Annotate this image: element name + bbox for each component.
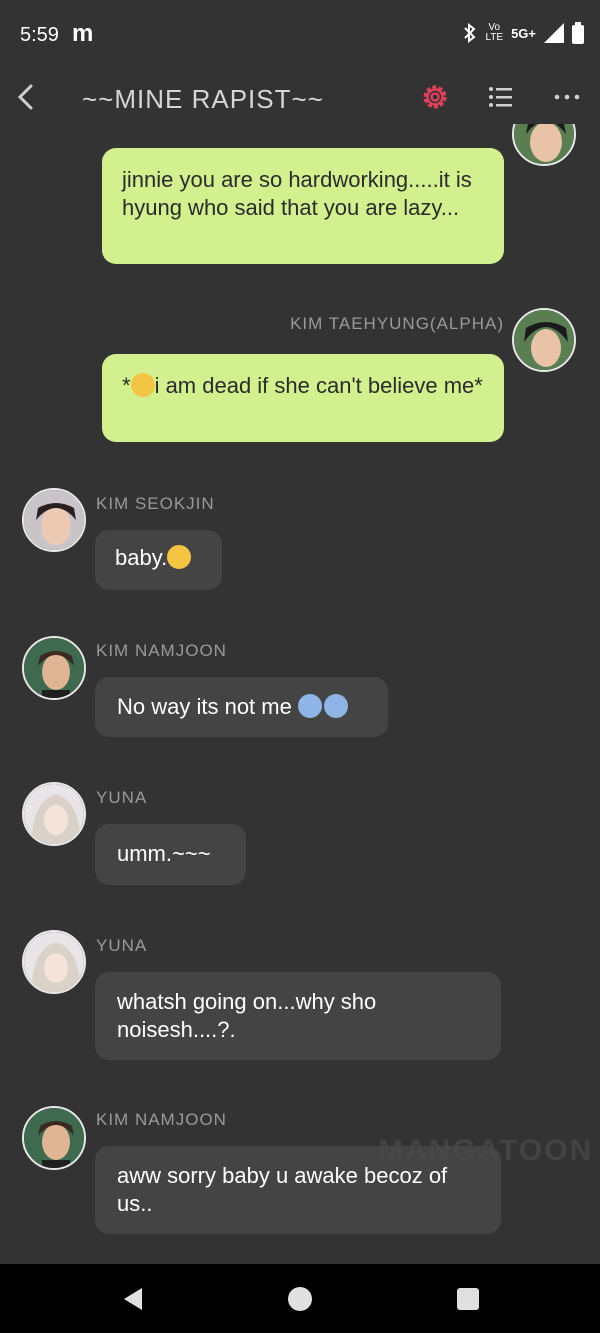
smile-emoji-icon bbox=[167, 545, 192, 569]
battery-icon bbox=[572, 22, 584, 44]
message-text: i am dead if she can't believe me* bbox=[154, 373, 483, 398]
message-text: aww sorry baby u awake becoz of us.. bbox=[117, 1163, 448, 1216]
settings-icon[interactable] bbox=[420, 82, 450, 112]
message-bubble[interactable]: umm.~~~ bbox=[95, 824, 246, 885]
system-nav-bar bbox=[0, 1264, 600, 1333]
watermark: MANGATOON bbox=[378, 1134, 594, 1167]
message-text: whatsh going on...why sho noisesh....?. bbox=[117, 989, 377, 1042]
avatar[interactable] bbox=[22, 930, 86, 994]
avatar[interactable] bbox=[512, 308, 576, 372]
sender-name: KIM NAMJOON bbox=[96, 641, 227, 660]
network-label: 5G+ bbox=[511, 25, 536, 41]
message-bubble[interactable]: jinnie you are so hardworking.....it is … bbox=[102, 148, 504, 264]
sender-name: YUNA bbox=[96, 788, 148, 807]
avatar[interactable] bbox=[22, 782, 86, 846]
volte-indicator: Vo LTE bbox=[485, 23, 503, 43]
message-bubble[interactable]: baby. bbox=[95, 530, 222, 590]
avatar[interactable] bbox=[512, 124, 576, 166]
message-bubble[interactable]: whatsh going on...why sho noisesh....?. bbox=[95, 972, 501, 1060]
chat-list[interactable]: jinnie you are so hardworking.....it is … bbox=[0, 124, 600, 1264]
message-text: baby. bbox=[115, 545, 168, 570]
fearful-emoji-icon bbox=[323, 694, 348, 718]
avatar-namjoon-image bbox=[24, 638, 84, 698]
bluetooth-icon bbox=[464, 23, 476, 43]
nav-recents-icon[interactable] bbox=[456, 1287, 480, 1311]
back-icon[interactable] bbox=[14, 82, 38, 112]
sender-name: YUNA bbox=[96, 936, 148, 955]
nav-back-icon[interactable] bbox=[120, 1286, 146, 1312]
fearful-emoji-icon bbox=[297, 694, 322, 718]
signal-icon bbox=[544, 23, 564, 43]
list-icon[interactable] bbox=[486, 82, 516, 112]
nav-home-icon[interactable] bbox=[287, 1286, 313, 1312]
chat-title: ~~MINE RAPIST~~ bbox=[82, 84, 324, 114]
lte-label: LTE bbox=[485, 32, 504, 43]
sender-name: KIM NAMJOON bbox=[96, 1110, 227, 1129]
message-prefix: * bbox=[122, 373, 131, 398]
message-text: umm.~~~ bbox=[117, 841, 211, 866]
sender-name: KIM SEOKJIN bbox=[96, 494, 215, 513]
message-bubble[interactable]: * i am dead if she can't believe me* bbox=[102, 354, 504, 442]
avatar-yuna-image bbox=[24, 784, 84, 844]
avatar[interactable] bbox=[22, 636, 86, 700]
chat-toolbar: ~~MINE RAPIST~~ bbox=[0, 72, 600, 124]
message-text: jinnie you are so hardworking.....it is … bbox=[122, 167, 472, 220]
sender-name: KIM TAEHYUNG(ALPHA) bbox=[290, 314, 504, 333]
avatar-taehyung-image bbox=[514, 124, 574, 164]
avatar[interactable] bbox=[22, 488, 86, 552]
avatar-namjoon-image bbox=[24, 1108, 84, 1168]
status-time: 5:59 bbox=[20, 24, 59, 46]
message-text: No way its not me bbox=[117, 694, 292, 719]
carrier-icon: m bbox=[72, 20, 94, 47]
more-icon[interactable] bbox=[552, 82, 582, 112]
scream-emoji-icon bbox=[130, 373, 155, 397]
avatar[interactable] bbox=[22, 1106, 86, 1170]
avatar-taehyung-image bbox=[514, 310, 574, 370]
status-bar: 5:59 m Vo LTE 5G+ bbox=[0, 0, 600, 72]
message-bubble[interactable]: No way its not me bbox=[95, 677, 388, 737]
status-indicators: Vo LTE 5G+ bbox=[463, 22, 584, 44]
avatar-yuna-image bbox=[24, 932, 84, 992]
avatar-seokjin-image bbox=[24, 490, 84, 550]
